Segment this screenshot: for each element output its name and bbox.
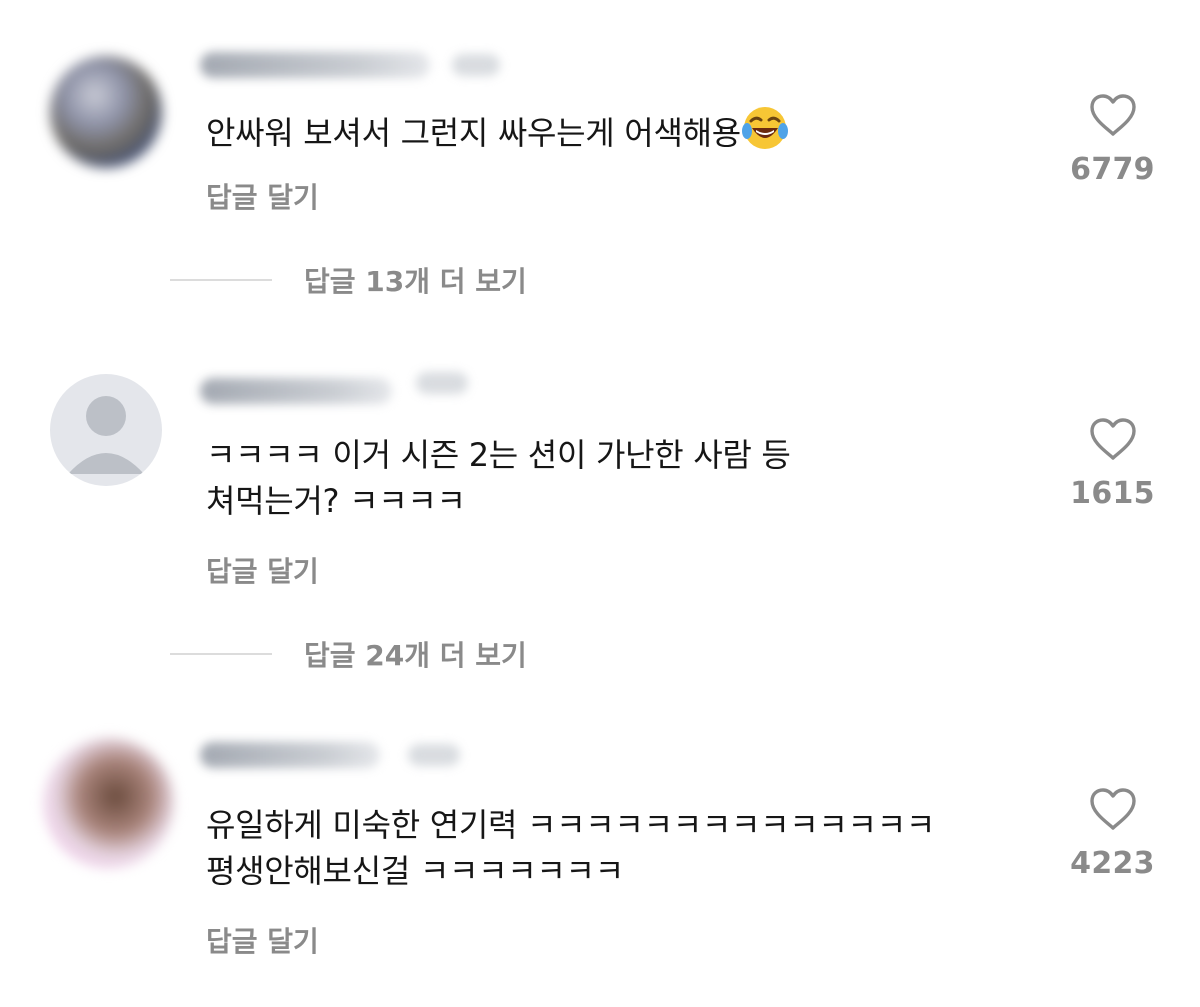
comment-text: 유일하게 미숙한 연기력 ㅋㅋㅋㅋㅋㅋㅋㅋㅋㅋㅋㅋㅋㅋ 평생안해보신걸 ㅋㅋㅋㅋ… [206, 802, 935, 894]
comment-text-line: 평생안해보신걸 ㅋㅋㅋㅋㅋㅋㅋ [206, 852, 624, 890]
avatar[interactable] [50, 56, 162, 168]
like-count: 4223 [1070, 846, 1155, 881]
view-more-replies[interactable]: 답글 13개 더 보기 [170, 260, 527, 300]
reply-button[interactable]: 답글 달기 [206, 550, 319, 590]
comment-text: 안싸워 보셔서 그런지 싸우는게 어색해용 [206, 104, 789, 156]
comment-text-line: 쳐먹는거? ㅋㅋㅋㅋ [206, 482, 466, 520]
like-group: 6779 [1060, 92, 1165, 187]
view-more-replies-label: 답글 13개 더 보기 [304, 265, 527, 298]
comment-text: ㅋㅋㅋㅋ 이거 시즌 2는 션이 가난한 사람 등 쳐먹는거? ㅋㅋㅋㅋ [206, 432, 791, 524]
default-avatar[interactable] [50, 374, 162, 486]
timestamp-blurred [408, 744, 460, 766]
heart-icon[interactable] [1088, 416, 1138, 462]
comment-text-line: 유일하게 미숙한 연기력 ㅋㅋㅋㅋㅋㅋㅋㅋㅋㅋㅋㅋㅋㅋ [206, 806, 935, 844]
person-silhouette-icon [68, 396, 144, 474]
timestamp-blurred [452, 54, 500, 76]
view-more-replies-label: 답글 24개 더 보기 [304, 639, 527, 672]
reply-button[interactable]: 답글 달기 [206, 176, 319, 216]
comment-text-line: ㅋㅋㅋㅋ 이거 시즌 2는 션이 가난한 사람 등 [206, 436, 791, 474]
face-with-tears-of-joy-icon [741, 107, 788, 149]
like-count: 1615 [1070, 476, 1155, 511]
heart-icon[interactable] [1088, 92, 1138, 138]
timestamp-blurred [416, 372, 468, 394]
divider-line [170, 279, 272, 281]
heart-icon[interactable] [1088, 786, 1138, 832]
like-group: 1615 [1060, 416, 1165, 511]
divider-line [170, 653, 272, 655]
like-group: 4223 [1060, 786, 1165, 881]
username-blurred[interactable] [200, 52, 430, 78]
comment-text-line: 안싸워 보셔서 그런지 싸우는게 어색해용 [206, 114, 741, 152]
view-more-replies[interactable]: 답글 24개 더 보기 [170, 634, 527, 674]
username-blurred[interactable] [200, 378, 392, 404]
avatar[interactable] [44, 738, 174, 868]
like-count: 6779 [1070, 152, 1155, 187]
reply-button[interactable]: 답글 달기 [206, 920, 319, 960]
username-blurred[interactable] [200, 742, 380, 768]
